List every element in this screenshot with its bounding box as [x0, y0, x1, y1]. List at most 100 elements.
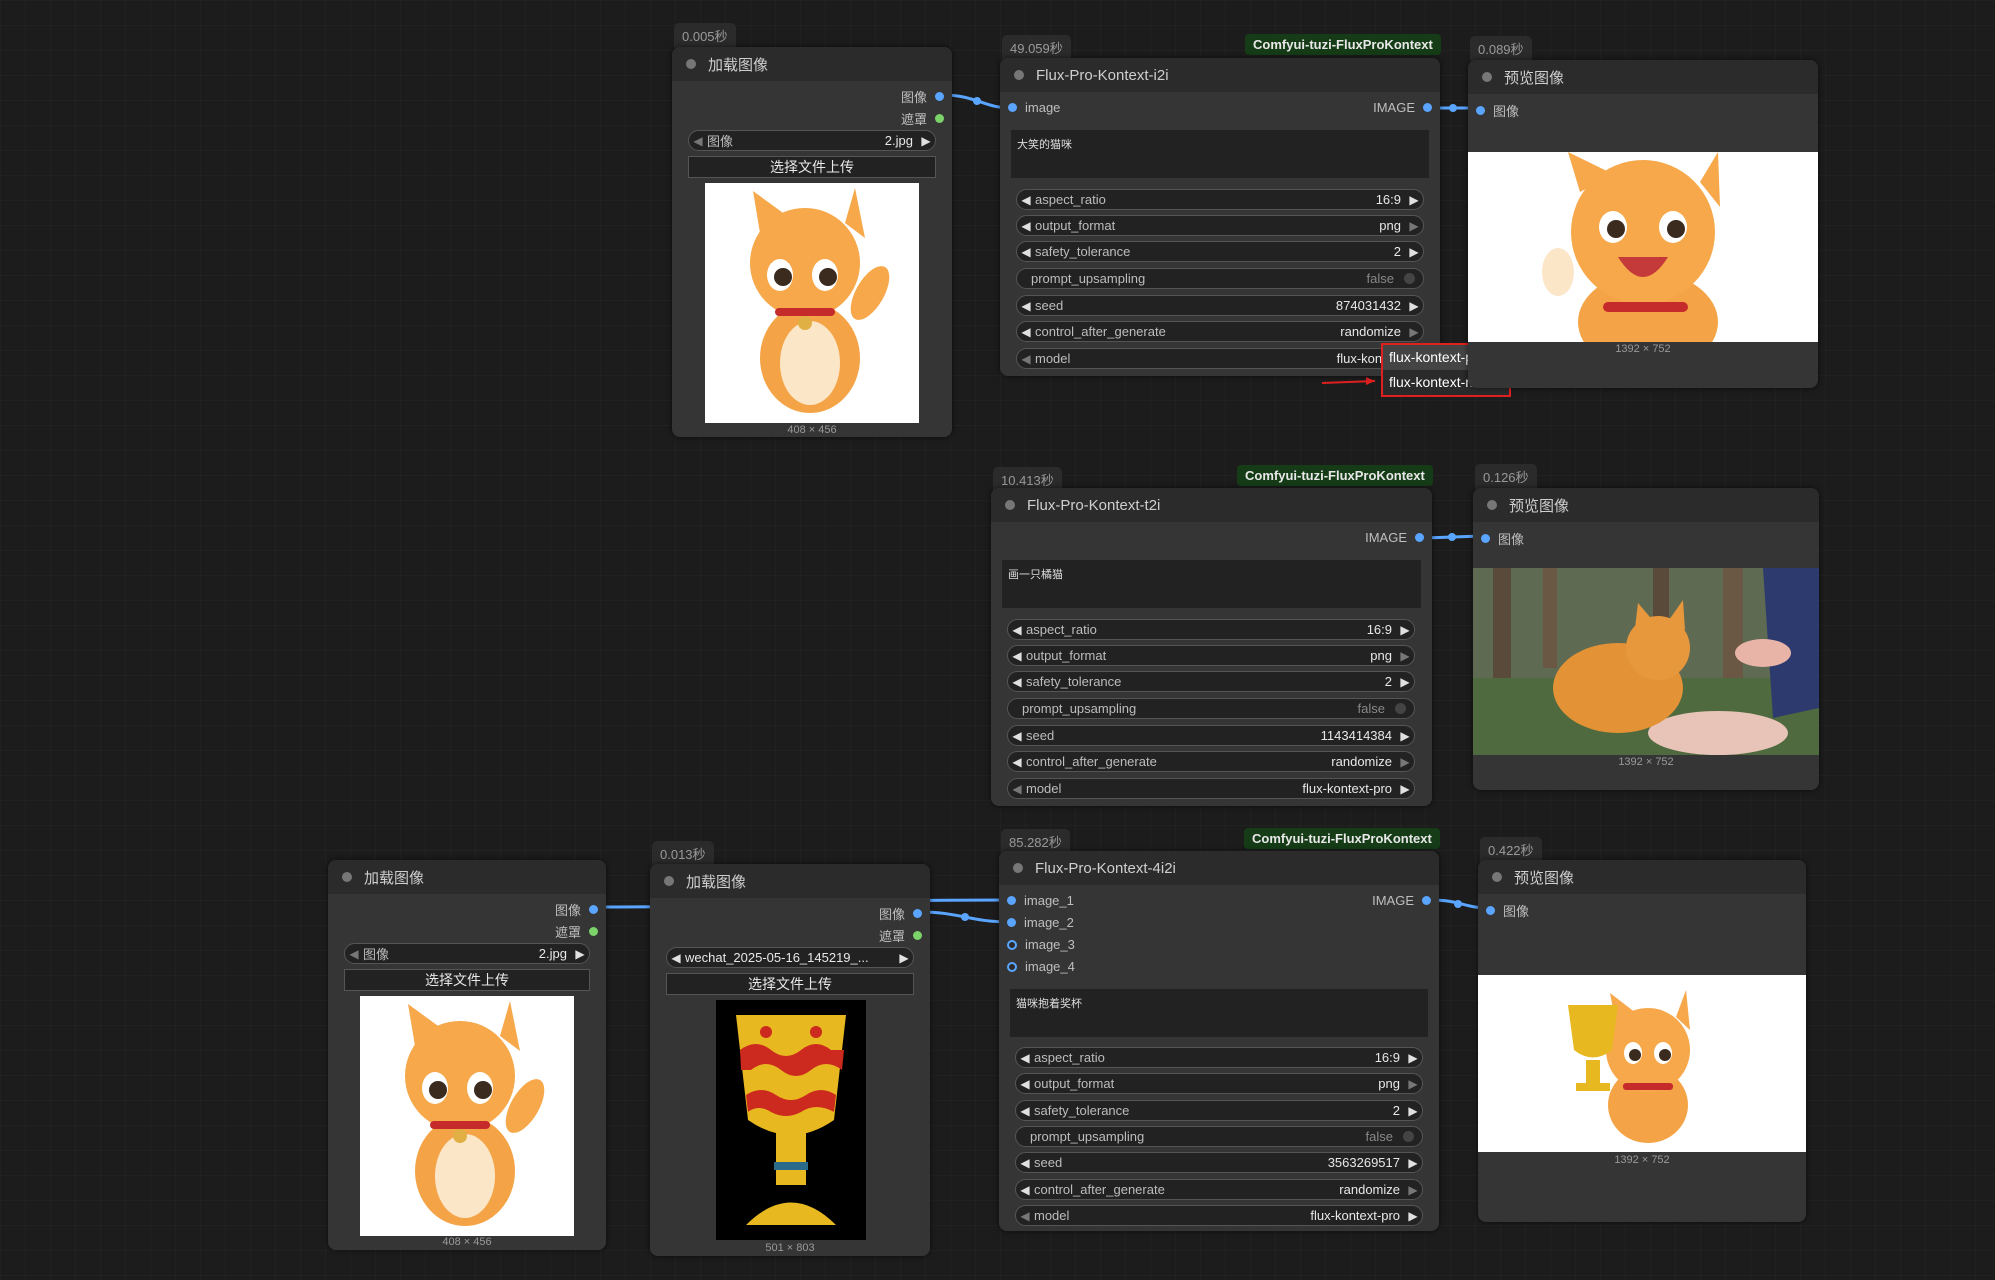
output-socket-image[interactable] — [1423, 103, 1432, 112]
input-socket-image[interactable] — [1481, 534, 1490, 543]
collapse-dot-icon[interactable] — [1487, 500, 1497, 510]
collapse-dot-icon[interactable] — [664, 876, 674, 886]
output-socket-mask[interactable] — [913, 931, 922, 940]
image-select-widget[interactable]: ◀ 图像 2.jpg ▶ — [344, 943, 590, 964]
arrow-left-icon[interactable]: ◀ — [1008, 623, 1026, 637]
output-socket-mask[interactable] — [589, 927, 598, 936]
seed-widget[interactable]: ◀ seed 1143414384 ▶ — [1007, 725, 1415, 746]
arrow-left-icon[interactable]: ◀ — [1016, 1077, 1034, 1091]
arrow-right-icon[interactable]: ▶ — [1404, 1183, 1422, 1197]
model-widget[interactable]: ◀ model flux-kontext-pro ▶ — [1007, 778, 1415, 799]
collapse-dot-icon[interactable] — [1005, 500, 1015, 510]
arrow-right-icon[interactable]: ▶ — [1404, 1209, 1422, 1223]
safety-tolerance-widget[interactable]: ◀ safety_tolerance 2 ▶ — [1015, 1100, 1423, 1121]
seed-widget[interactable]: ◀ seed 874031432 ▶ — [1016, 295, 1424, 316]
arrow-right-icon[interactable]: ▶ — [1405, 245, 1423, 259]
output-socket-image[interactable] — [1415, 533, 1424, 542]
arrow-left-icon[interactable]: ◀ — [1008, 675, 1026, 689]
prompt-textarea[interactable]: 大笑的猫咪 — [1011, 130, 1429, 178]
safety-tolerance-widget[interactable]: ◀ safety_tolerance 2 ▶ — [1016, 241, 1424, 262]
control-after-generate-widget[interactable]: ◀ control_after_generate randomize ▶ — [1015, 1179, 1423, 1200]
arrow-left-icon[interactable]: ◀ — [1016, 1051, 1034, 1065]
prompt-upsampling-toggle[interactable]: prompt_upsampling false — [1007, 698, 1415, 719]
arrow-right-icon[interactable]: ▶ — [1404, 1156, 1422, 1170]
arrow-right-icon[interactable]: ▶ — [1405, 193, 1423, 207]
load-image-node-1[interactable]: 加载图像 图像 遮罩 ◀ 图像 2.jpg ▶ 选择文件上传 408 × 456 — [672, 47, 952, 437]
input-socket-image-2[interactable] — [1007, 918, 1016, 927]
arrow-right-icon[interactable]: ▶ — [1396, 782, 1414, 796]
arrow-left-icon[interactable]: ◀ — [1017, 193, 1035, 207]
arrow-left-icon[interactable]: ◀ — [1008, 755, 1026, 769]
prompt-upsampling-toggle[interactable]: prompt_upsampling false — [1015, 1126, 1423, 1147]
arrow-right-icon[interactable]: ▶ — [1404, 1104, 1422, 1118]
preview-image-node-2[interactable]: 预览图像 图像 1392 × 752 — [1473, 488, 1819, 790]
arrow-right-icon[interactable]: ▶ — [1405, 299, 1423, 313]
toggle-icon[interactable] — [1403, 1131, 1414, 1142]
load-image-node-3[interactable]: 加载图像 图像 遮罩 ◀ wechat_2025-05-16_145219_...… — [650, 864, 930, 1256]
collapse-dot-icon[interactable] — [1492, 872, 1502, 882]
preview-image-node-3[interactable]: 预览图像 图像 1392 × 752 — [1478, 860, 1806, 1222]
input-socket-image-1[interactable] — [1007, 896, 1016, 905]
input-socket-image-4[interactable] — [1007, 961, 1017, 972]
arrow-left-icon[interactable]: ◀ — [667, 951, 685, 965]
toggle-icon[interactable] — [1404, 273, 1415, 284]
arrow-right-icon[interactable]: ▶ — [1405, 219, 1423, 233]
arrow-right-icon[interactable]: ▶ — [571, 947, 589, 961]
input-socket-image[interactable] — [1008, 103, 1017, 112]
aspect-ratio-widget[interactable]: ◀ aspect_ratio 16:9 ▶ — [1007, 619, 1415, 640]
arrow-left-icon[interactable]: ◀ — [1016, 1156, 1034, 1170]
flux-kontext-t2i-node[interactable]: Flux-Pro-Kontext-t2i IMAGE 画一只橘猫 ◀ aspect… — [991, 488, 1432, 806]
arrow-left-icon[interactable]: ◀ — [1016, 1104, 1034, 1118]
collapse-dot-icon[interactable] — [1014, 70, 1024, 80]
model-widget[interactable]: ◀ model flux-kontext-pro ▶ — [1015, 1205, 1423, 1226]
arrow-left-icon[interactable]: ◀ — [1017, 245, 1035, 259]
arrow-right-icon[interactable]: ▶ — [1404, 1051, 1422, 1065]
arrow-left-icon[interactable]: ◀ — [1016, 1183, 1034, 1197]
arrow-left-icon[interactable]: ◀ — [689, 134, 707, 148]
output-socket-image[interactable] — [1422, 896, 1431, 905]
aspect-ratio-widget[interactable]: ◀ aspect_ratio 16:9 ▶ — [1015, 1047, 1423, 1068]
flux-kontext-i2i-node[interactable]: Flux-Pro-Kontext-i2i image IMAGE 大笑的猫咪 ◀… — [1000, 58, 1440, 376]
arrow-right-icon[interactable]: ▶ — [895, 951, 913, 965]
prompt-textarea[interactable]: 猫咪抱着奖杯 — [1010, 989, 1428, 1037]
image-select-widget[interactable]: ◀ wechat_2025-05-16_145219_... ▶ — [666, 947, 914, 968]
collapse-dot-icon[interactable] — [1482, 72, 1492, 82]
output-format-widget[interactable]: ◀ output_format png ▶ — [1015, 1073, 1423, 1094]
preview-image-node-1[interactable]: 预览图像 图像 1392 × 752 — [1468, 60, 1818, 388]
input-socket-image[interactable] — [1476, 106, 1485, 115]
load-image-node-2[interactable]: 加载图像 图像 遮罩 ◀ 图像 2.jpg ▶ 选择文件上传 408 × 456 — [328, 860, 606, 1250]
output-socket-image[interactable] — [935, 92, 944, 101]
input-socket-image-3[interactable] — [1007, 939, 1017, 950]
arrow-left-icon[interactable]: ◀ — [1008, 782, 1026, 796]
collapse-dot-icon[interactable] — [342, 872, 352, 882]
collapse-dot-icon[interactable] — [1013, 863, 1023, 873]
upload-button[interactable]: 选择文件上传 — [666, 973, 914, 995]
arrow-right-icon[interactable]: ▶ — [1405, 325, 1423, 339]
arrow-left-icon[interactable]: ◀ — [1008, 649, 1026, 663]
arrow-left-icon[interactable]: ◀ — [1017, 219, 1035, 233]
arrow-left-icon[interactable]: ◀ — [1017, 325, 1035, 339]
arrow-right-icon[interactable]: ▶ — [917, 134, 935, 148]
control-after-generate-widget[interactable]: ◀ control_after_generate randomize ▶ — [1007, 751, 1415, 772]
arrow-right-icon[interactable]: ▶ — [1396, 623, 1414, 637]
control-after-generate-widget[interactable]: ◀ control_after_generate randomize ▶ — [1016, 321, 1424, 342]
arrow-right-icon[interactable]: ▶ — [1396, 675, 1414, 689]
toggle-icon[interactable] — [1395, 703, 1406, 714]
arrow-right-icon[interactable]: ▶ — [1396, 755, 1414, 769]
image-select-widget[interactable]: ◀ 图像 2.jpg ▶ — [688, 130, 936, 151]
arrow-left-icon[interactable]: ◀ — [345, 947, 363, 961]
flux-kontext-4i2i-node[interactable]: Flux-Pro-Kontext-4i2i image_1 image_2 im… — [999, 851, 1439, 1231]
output-socket-image[interactable] — [589, 905, 598, 914]
upload-button[interactable]: 选择文件上传 — [688, 156, 936, 178]
arrow-left-icon[interactable]: ◀ — [1017, 352, 1035, 366]
arrow-left-icon[interactable]: ◀ — [1016, 1209, 1034, 1223]
safety-tolerance-widget[interactable]: ◀ safety_tolerance 2 ▶ — [1007, 671, 1415, 692]
output-format-widget[interactable]: ◀ output_format png ▶ — [1016, 215, 1424, 236]
output-socket-mask[interactable] — [935, 114, 944, 123]
arrow-right-icon[interactable]: ▶ — [1396, 649, 1414, 663]
arrow-left-icon[interactable]: ◀ — [1017, 299, 1035, 313]
prompt-textarea[interactable]: 画一只橘猫 — [1002, 560, 1421, 608]
arrow-left-icon[interactable]: ◀ — [1008, 729, 1026, 743]
seed-widget[interactable]: ◀ seed 3563269517 ▶ — [1015, 1152, 1423, 1173]
prompt-upsampling-toggle[interactable]: prompt_upsampling false — [1016, 268, 1424, 289]
